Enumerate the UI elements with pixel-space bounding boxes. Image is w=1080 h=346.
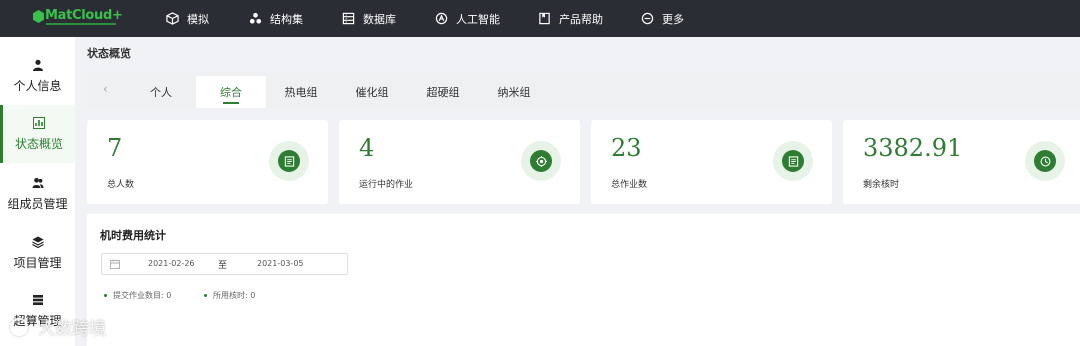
database-icon (342, 12, 355, 25)
end-date-input[interactable]: 2021-03-05 (257, 259, 304, 268)
sidebar-item-label: 个人信息 (13, 78, 62, 93)
tab-overall[interactable]: 综合 (196, 76, 266, 108)
ai-icon (435, 12, 448, 25)
calendar-icon (110, 259, 120, 269)
legend-dot-icon (104, 294, 107, 297)
legend-submitted-jobs[interactable]: 提交作业数目: 0 (104, 290, 171, 301)
stat-card-remaining-core-hours: 3382.91 剩余核时 (843, 120, 1080, 204)
sidebar-item-personal-info[interactable]: 个人信息 (0, 47, 75, 105)
nav-simulation[interactable]: 模拟 (166, 0, 209, 37)
user-icon (32, 59, 43, 71)
card-value: 23 (611, 134, 642, 162)
matcloud-logo[interactable]: MatCloud+ (33, 7, 123, 29)
target-icon (535, 155, 547, 167)
card-label: 总人数 (107, 180, 135, 190)
nav-label: 产品帮助 (559, 12, 603, 26)
legend-label: 所用核时: 0 (213, 291, 256, 300)
layers-icon (31, 236, 44, 248)
legend-dot-icon (204, 294, 207, 297)
card-value: 7 (107, 134, 123, 162)
logo-text: MatCloud+ (45, 8, 123, 23)
nav-label: 模拟 (187, 12, 209, 26)
nav-ai[interactable]: 人工智能 (435, 0, 500, 37)
document-icon (284, 155, 294, 167)
nav-label: 数据库 (363, 12, 396, 26)
nav-product-help[interactable]: 产品帮助 (538, 0, 603, 37)
card-label: 运行中的作业 (359, 180, 414, 190)
group-tab-bar: ‹ 个人 综合 热电组 催化组 超硬组 纳米组 (87, 72, 1080, 108)
chart-icon (33, 116, 45, 129)
panel-title: 机时费用统计 (100, 229, 166, 242)
legend-used-core-hours[interactable]: 所用核时: 0 (204, 290, 255, 301)
card-icon-badge (773, 141, 813, 181)
watermark-text: 大数跨境 (38, 319, 106, 339)
server-icon (32, 294, 43, 305)
nav-more[interactable]: 更多 (641, 0, 684, 37)
nav-structure-set[interactable]: 结构集 (249, 0, 303, 37)
logo-underline (46, 23, 116, 25)
tab-personal[interactable]: 个人 (129, 76, 193, 108)
watermark-logo-icon (10, 317, 28, 336)
sidebar-item-label: 组成员管理 (7, 196, 68, 211)
watermark: 大数跨境 (10, 314, 106, 339)
group-icon (32, 177, 43, 188)
logo-mark-icon (33, 10, 44, 23)
card-value: 3382.91 (863, 134, 963, 162)
card-icon-badge (521, 141, 561, 181)
sidebar-item-status-overview[interactable]: 状态概览 (0, 105, 75, 163)
tab-nano[interactable]: 纳米组 (482, 76, 546, 108)
sidebar-item-label: 状态概览 (14, 136, 63, 151)
more-circle-icon (641, 12, 654, 25)
clock-icon (1040, 156, 1050, 166)
card-icon-badge (1025, 141, 1065, 181)
tab-thermoelectric[interactable]: 热电组 (269, 76, 333, 108)
sidebar-item-group-members[interactable]: 组成员管理 (0, 165, 75, 223)
stat-card-running-jobs: 4 运行中的作业 (339, 120, 580, 204)
date-separator: 至 (218, 261, 228, 271)
document-icon (788, 155, 798, 167)
card-icon-badge (269, 141, 309, 181)
date-range-picker[interactable]: 2021-02-26 至 2021-03-05 (101, 253, 348, 275)
page-title: 状态概览 (87, 47, 131, 60)
nav-label: 更多 (662, 12, 684, 26)
card-value: 4 (359, 134, 375, 162)
tab-superhard[interactable]: 超硬组 (411, 76, 475, 108)
start-date-input[interactable]: 2021-02-26 (148, 259, 195, 268)
legend-label: 提交作业数目: 0 (113, 291, 172, 300)
card-label: 总作业数 (611, 180, 648, 190)
sidebar: 个人信息 状态概览 组成员管理 项目管理 超算管理 (0, 37, 75, 346)
top-navigation-bar: MatCloud+ 模拟 结构集 数据库 人工智能 产品帮助 更多 (0, 0, 1080, 37)
card-label: 剩余核时 (863, 180, 900, 190)
tab-catalysis[interactable]: 催化组 (340, 76, 404, 108)
nav-label: 结构集 (270, 12, 303, 26)
chevron-left-icon[interactable]: ‹ (103, 82, 108, 96)
machine-time-cost-panel: 机时费用统计 2021-02-26 至 2021-03-05 提交作业数目: 0… (87, 214, 1080, 346)
stat-card-total-jobs: 23 总作业数 (591, 120, 832, 204)
stat-card-total-people: 7 总人数 (87, 120, 328, 204)
help-book-icon (539, 12, 550, 25)
molecule-icon (249, 12, 262, 24)
nav-database[interactable]: 数据库 (342, 0, 396, 37)
sidebar-item-project-management[interactable]: 项目管理 (0, 224, 75, 282)
sidebar-item-label: 项目管理 (13, 255, 62, 270)
cube-icon (166, 12, 179, 25)
nav-label: 人工智能 (456, 12, 500, 26)
